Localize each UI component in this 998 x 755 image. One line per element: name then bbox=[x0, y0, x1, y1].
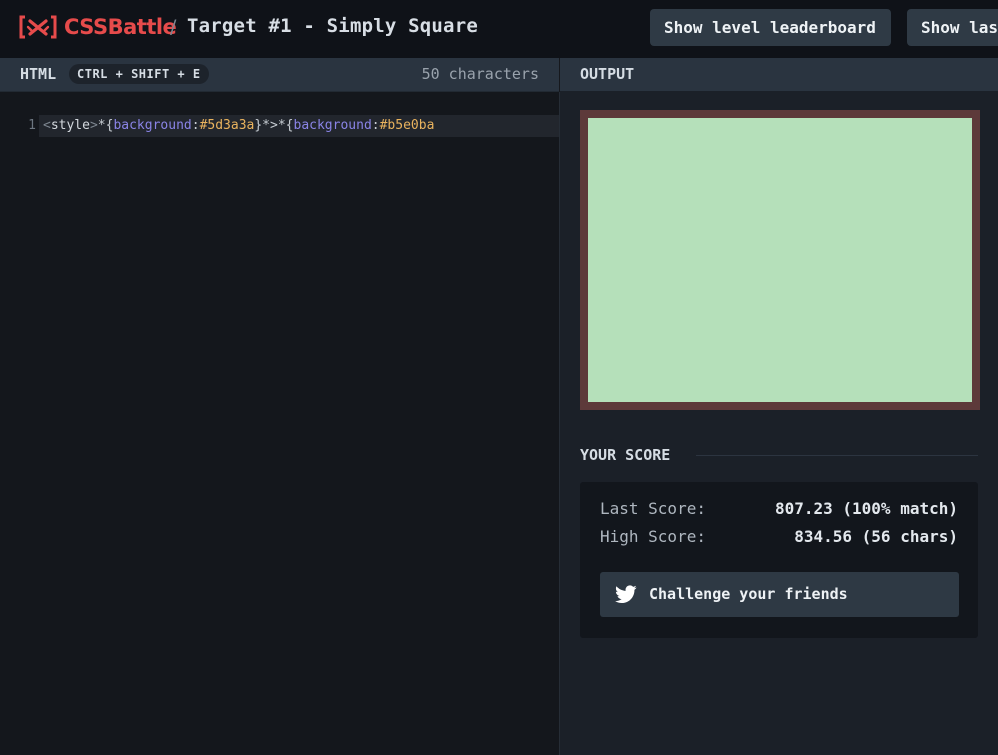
editor-label: HTML bbox=[20, 65, 56, 83]
line-number: 1 bbox=[0, 118, 36, 133]
code-token: > bbox=[90, 118, 98, 133]
last-score-value: 807.23 (100% match) bbox=[775, 499, 958, 518]
character-count: 50 characters bbox=[422, 65, 539, 83]
preview-inner-square bbox=[588, 118, 972, 402]
brand-logo[interactable]: CSSBattle bbox=[18, 14, 176, 40]
show-leaderboard-button[interactable]: Show level leaderboard bbox=[650, 9, 891, 46]
code-token: < bbox=[43, 118, 51, 133]
output-panel: OUTPUT YOUR SCORE Last Score: 807.23 (10… bbox=[560, 58, 998, 755]
high-score-label: High Score: bbox=[600, 527, 706, 546]
editor-header: HTML CTRL + SHIFT + E 50 characters bbox=[0, 58, 559, 92]
last-score-label: Last Score: bbox=[600, 499, 706, 518]
code-editor[interactable]: 1 <style>*{background:#5d3a3a}*>*{backgr… bbox=[0, 92, 560, 755]
brand-name: CSSBattle bbox=[64, 15, 176, 39]
code-token: background bbox=[113, 118, 191, 133]
score-card: Last Score: 807.23 (100% match) High Sco… bbox=[580, 482, 978, 638]
code-token: #5d3a3a bbox=[200, 118, 255, 133]
twitter-icon bbox=[615, 585, 637, 604]
page-title: Target #1 - Simply Square bbox=[187, 15, 478, 37]
output-header: OUTPUT bbox=[560, 58, 998, 91]
score-title: YOUR SCORE bbox=[580, 446, 670, 464]
challenge-friends-label: Challenge your friends bbox=[649, 585, 848, 603]
code-line[interactable]: <style>*{background:#5d3a3a}*>*{backgrou… bbox=[39, 115, 559, 137]
top-bar: CSSBattle / Target #1 - Simply Square Sh… bbox=[0, 0, 998, 58]
code-token: *{ bbox=[98, 118, 114, 133]
challenge-friends-button[interactable]: Challenge your friends bbox=[600, 572, 959, 617]
code-token: background bbox=[294, 118, 372, 133]
output-label: OUTPUT bbox=[580, 65, 634, 83]
code-token: #b5e0ba bbox=[380, 118, 435, 133]
code-token: style bbox=[51, 118, 90, 133]
show-last-button[interactable]: Show las bbox=[907, 9, 998, 46]
code-token: : bbox=[372, 118, 380, 133]
code-token: }*>*{ bbox=[254, 118, 293, 133]
code-token: : bbox=[192, 118, 200, 133]
cssbattle-logo-icon bbox=[18, 14, 58, 40]
score-divider bbox=[696, 455, 978, 456]
shortcut-badge: CTRL + SHIFT + E bbox=[69, 64, 209, 84]
high-score-value: 834.56 (56 chars) bbox=[794, 527, 958, 546]
breadcrumb-separator: / bbox=[170, 16, 176, 38]
output-preview[interactable] bbox=[580, 110, 980, 410]
